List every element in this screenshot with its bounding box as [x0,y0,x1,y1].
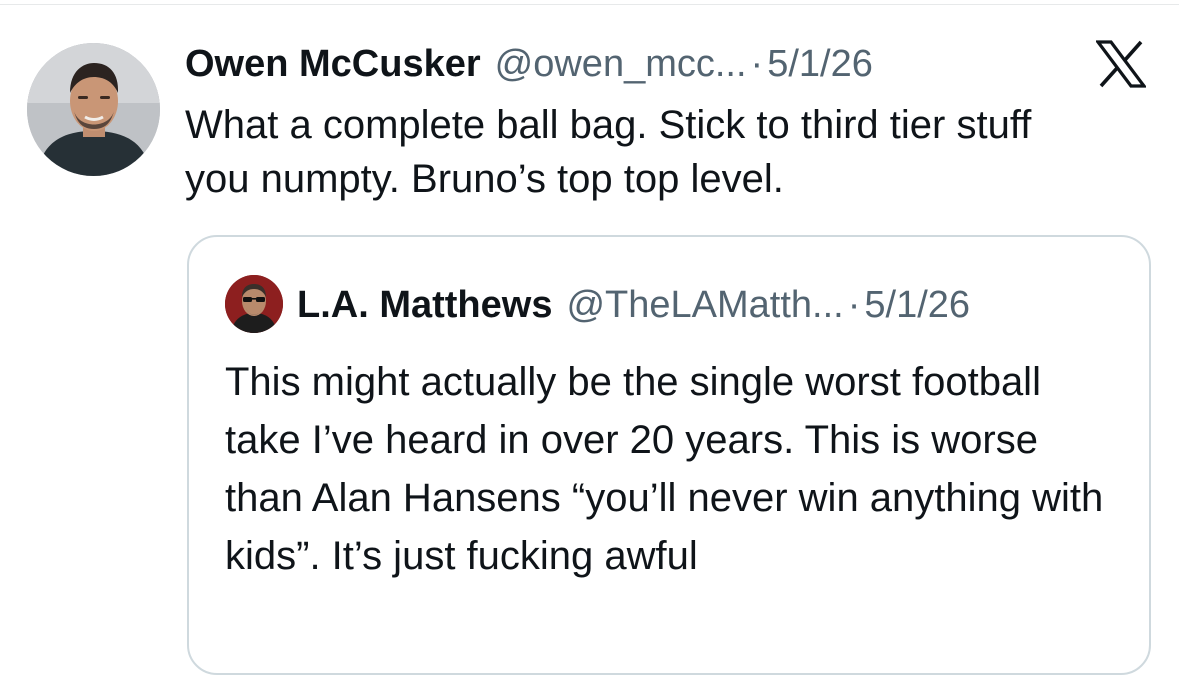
tweet[interactable]: Owen McCusker @owen_mcc... · 5/1/26 What… [0,0,1179,675]
header-separator: · [750,43,764,85]
x-logo-icon[interactable] [1094,40,1148,88]
tweet-header: Owen McCusker @owen_mcc... · 5/1/26 [185,38,873,90]
author-avatar-image [27,43,160,176]
author-avatar[interactable] [27,43,160,176]
quoted-tweet-header: L.A. Matthews @TheLAMatth... · 5/1/26 [297,280,970,330]
quoted-tweet-card[interactable]: L.A. Matthews @TheLAMatth... · 5/1/26 Th… [187,235,1151,675]
quoted-tweet-text: This might actually be the single worst … [225,360,1104,578]
x-logo-svg [1094,40,1148,88]
quoted-author-name[interactable]: L.A. Matthews [297,280,552,330]
tweet-date[interactable]: 5/1/26 [767,38,873,90]
quoted-header-separator: · [847,284,861,326]
quoted-author-handle[interactable]: @TheLAMatth... [566,280,843,330]
quoted-author-avatar[interactable] [225,275,283,333]
quoted-tweet-date[interactable]: 5/1/26 [864,280,970,330]
author-handle[interactable]: @owen_mcc... [495,38,747,90]
quoted-author-avatar-image [225,275,283,333]
author-name[interactable]: Owen McCusker [185,38,481,90]
tweet-text: What a complete ball bag. Stick to third… [185,103,1032,201]
